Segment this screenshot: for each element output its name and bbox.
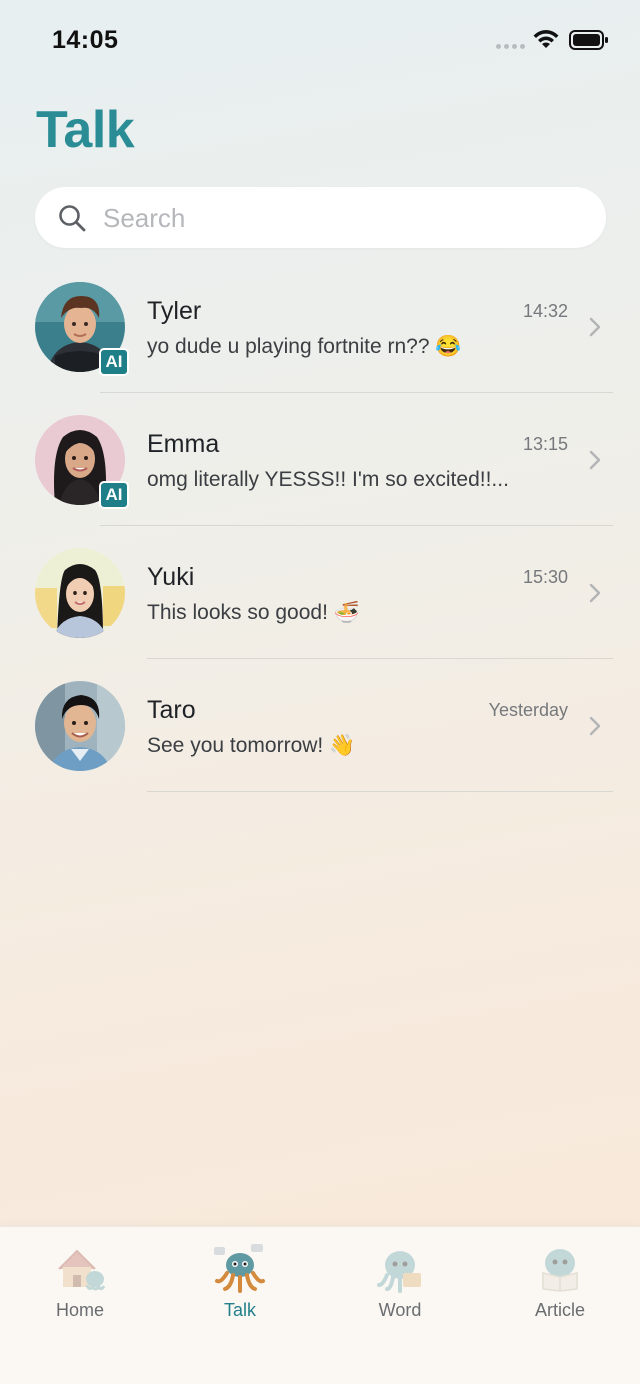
chat-name: Yuki bbox=[147, 563, 195, 591]
chevron-right-icon bbox=[589, 317, 601, 337]
chevron-right-icon bbox=[589, 450, 601, 470]
chat-time: 14:32 bbox=[522, 301, 568, 321]
chat-preview: See you tomorrow! 👋 bbox=[147, 734, 356, 757]
battery-icon bbox=[569, 30, 608, 50]
tab-talk[interactable]: Talk bbox=[160, 1227, 320, 1337]
search-input[interactable] bbox=[103, 199, 583, 237]
tab-label: Talk bbox=[223, 1300, 256, 1320]
chat-row-tyler[interactable]: AI Tyler 14:32 yo dude u playing fortnit… bbox=[0, 260, 640, 393]
chat-row-yuki[interactable]: Yuki 15:30 This looks so good! 🍜 bbox=[0, 526, 640, 659]
status-bar: 14:05 bbox=[0, 0, 640, 80]
tab-bar: Home Talk Word Article bbox=[0, 1226, 640, 1384]
tab-label: Article bbox=[534, 1300, 585, 1320]
reading-octopus-icon bbox=[542, 1249, 578, 1292]
chat-time: 13:15 bbox=[522, 434, 568, 454]
chatting-octopus-icon bbox=[214, 1244, 265, 1293]
tab-article[interactable]: Article bbox=[480, 1227, 640, 1337]
avatar-taro bbox=[35, 681, 125, 771]
chat-name: Tyler bbox=[147, 297, 202, 325]
search-bar[interactable] bbox=[35, 187, 606, 248]
word-octopus-icon bbox=[377, 1251, 421, 1293]
chat-list: AI Tyler 14:32 yo dude u playing fortnit… bbox=[0, 260, 640, 792]
ai-badge: AI bbox=[99, 348, 129, 376]
chat-preview: yo dude u playing fortnite rn?? 😂 bbox=[147, 335, 462, 358]
tab-word[interactable]: Word bbox=[320, 1227, 480, 1337]
chevron-right-icon bbox=[589, 716, 601, 736]
wifi-icon bbox=[533, 30, 559, 48]
chat-name: Taro bbox=[147, 696, 196, 724]
tab-home[interactable]: Home bbox=[0, 1227, 160, 1337]
chat-preview: omg literally YESSS!! I'm so excited!!..… bbox=[147, 468, 509, 491]
ai-badge: AI bbox=[99, 481, 129, 509]
divider bbox=[147, 791, 613, 792]
avatar-yuki bbox=[35, 548, 125, 638]
chat-row-emma[interactable]: AI Emma 13:15 omg literally YESSS!! I'm … bbox=[0, 393, 640, 526]
house-octopus-icon bbox=[58, 1249, 106, 1291]
status-time: 14:05 bbox=[52, 26, 119, 54]
cellular-signal-icon bbox=[496, 44, 525, 49]
chevron-right-icon bbox=[589, 583, 601, 603]
chat-row-taro[interactable]: Taro Yesterday See you tomorrow! 👋 bbox=[0, 659, 640, 792]
tab-label: Word bbox=[378, 1300, 422, 1320]
tab-label: Home bbox=[55, 1300, 104, 1320]
chat-time: 15:30 bbox=[522, 567, 568, 587]
page-title: Talk bbox=[36, 101, 135, 159]
chat-preview: This looks so good! 🍜 bbox=[147, 601, 360, 624]
chat-name: Emma bbox=[147, 430, 220, 458]
search-icon bbox=[59, 205, 86, 232]
chat-time: Yesterday bbox=[488, 700, 568, 720]
